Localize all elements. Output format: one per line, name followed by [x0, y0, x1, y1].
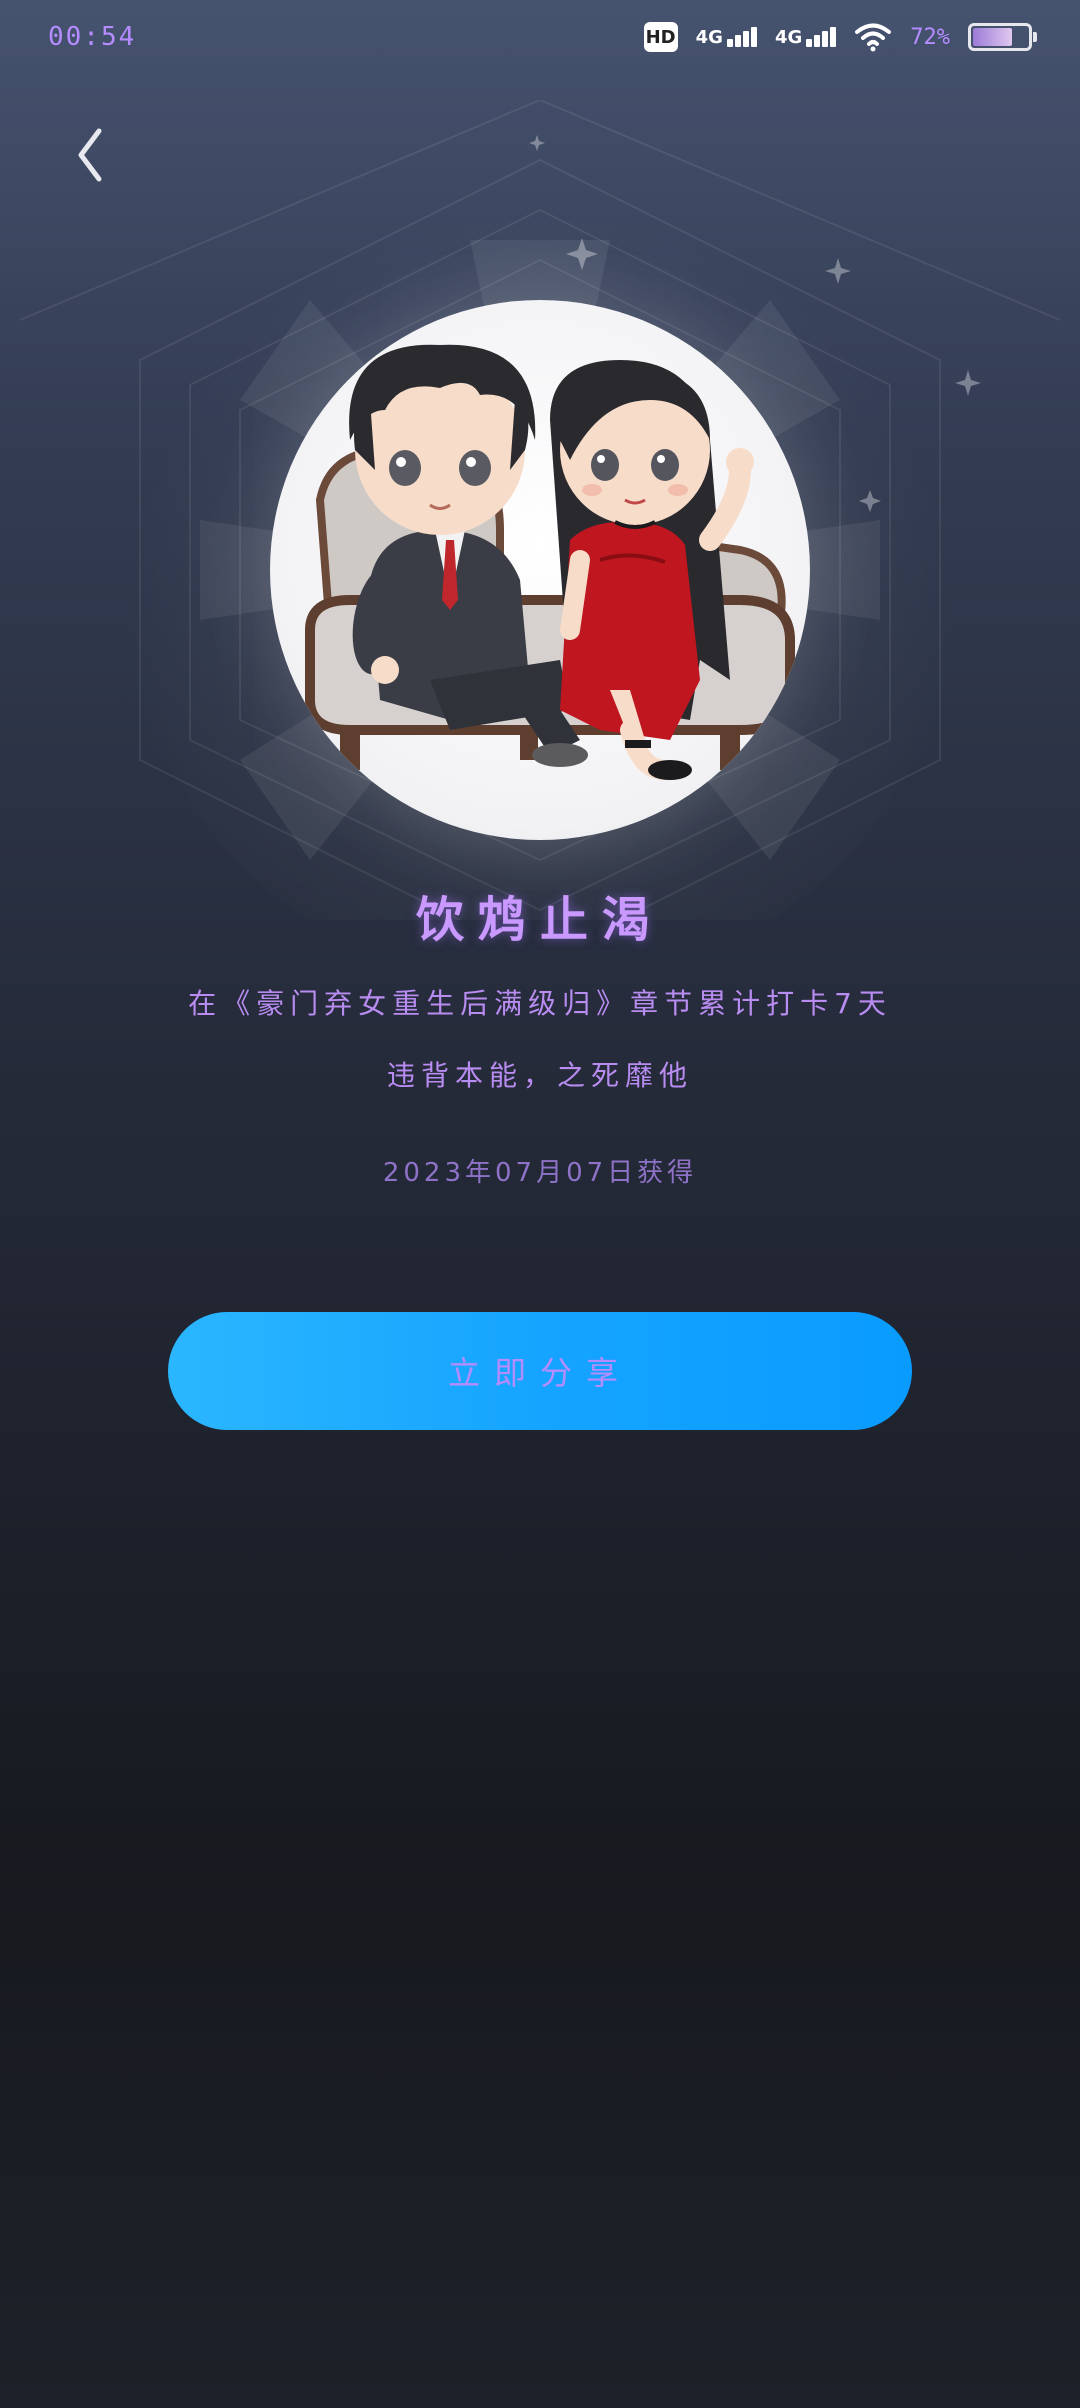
wifi-icon: [855, 23, 892, 52]
status-time: 00:54: [48, 22, 137, 52]
battery-percent: 72%: [910, 24, 950, 50]
badge-title: 饮鸩止渴: [415, 892, 664, 948]
badge-motto: 违背本能，之死靡他: [386, 1059, 693, 1092]
status-bar: 00:54 HD 4G 4G 72%: [0, 0, 1080, 80]
signal-icon: 4G: [696, 27, 757, 47]
share-now-button[interactable]: 立即分享: [168, 1312, 912, 1430]
couple-illustration: [305, 344, 795, 780]
battery-icon: [968, 23, 1037, 51]
status-icons: HD 4G 4G 72%: [643, 22, 1037, 52]
back-button[interactable]: [60, 120, 120, 190]
badge-acquired-date: 2023年07月07日获得: [382, 1158, 698, 1188]
badge-description: 在《豪门弃女重生后满级归》章节累计打卡7天: [188, 987, 892, 1020]
signal-icon: 4G: [774, 27, 837, 48]
network-label: 4G: [695, 27, 723, 48]
badge-avatar: [270, 300, 810, 840]
network-label: 4G: [774, 27, 803, 48]
hd-icon: HD: [643, 22, 678, 52]
chevron-left-icon: [78, 128, 102, 182]
